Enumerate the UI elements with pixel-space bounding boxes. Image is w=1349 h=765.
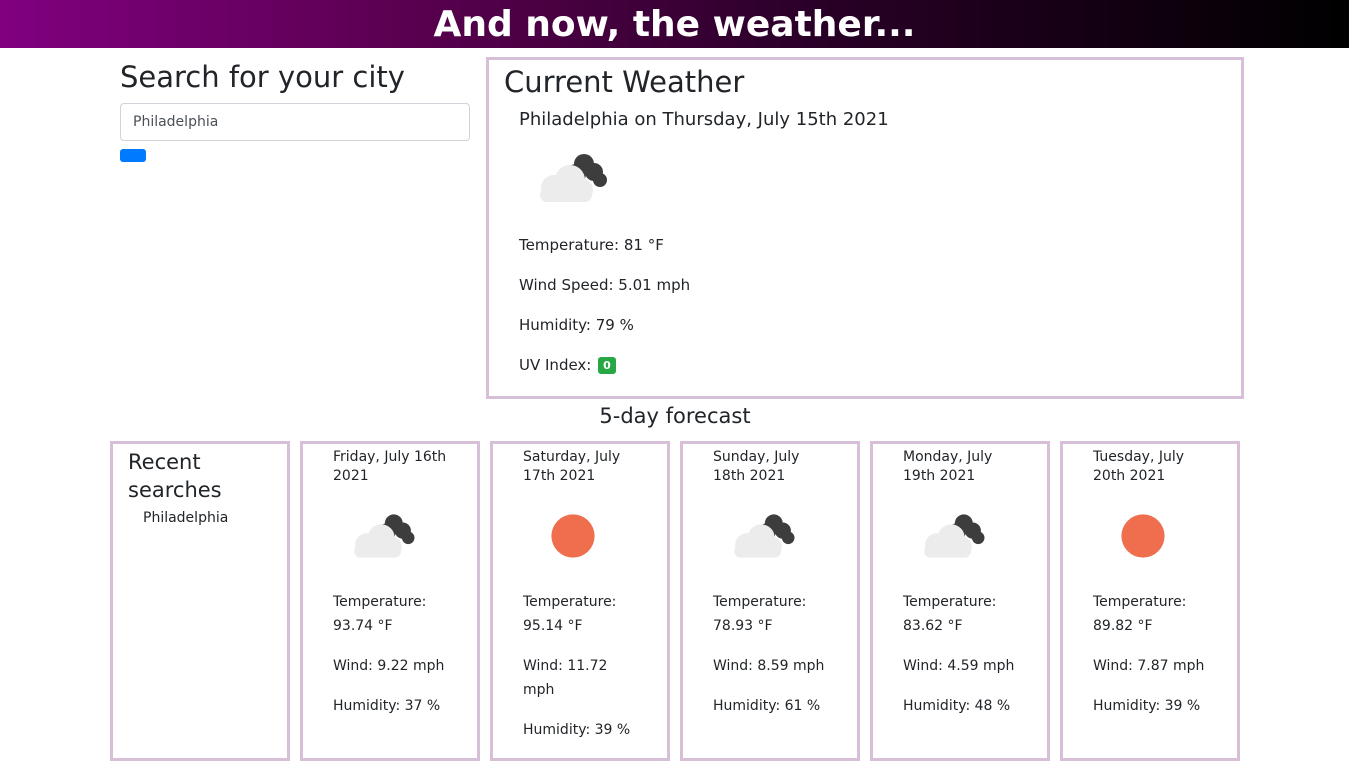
forecast-temperature-value: 95.14 °F	[523, 618, 583, 634]
forecast-date: Monday, July 19th 2021	[903, 449, 993, 484]
forecast-wind: Wind: 9.22 mph	[333, 658, 445, 674]
forecast-wind: Wind: 4.59 mph	[903, 658, 1015, 674]
recent-searches-panel: Recent searches Philadelphia	[110, 441, 290, 761]
forecast-temperature: Temperature: 89.82 °F	[1093, 590, 1207, 638]
forecast-temperature-label: Temperature:	[903, 594, 997, 610]
forecast-card: Tuesday, July 20th 2021 Temperature: 89.…	[1060, 441, 1240, 761]
cloudy-icon	[354, 514, 415, 558]
current-weather-title: Current Weather	[504, 65, 745, 99]
forecast-date: Sunday, July 18th 2021	[713, 449, 800, 484]
forecast-temperature-label: Temperature:	[333, 594, 427, 610]
forecast-temperature-label: Temperature:	[1093, 594, 1187, 610]
forecast-wind: Wind: 11.72 mph	[523, 658, 608, 698]
forecast-temperature: Temperature: 83.62 °F	[903, 590, 1017, 638]
sun-icon	[1121, 514, 1165, 558]
forecast-date: Friday, July 16th 2021	[333, 449, 447, 484]
current-humidity: Humidity: 79 %	[519, 316, 634, 334]
forecast-temperature: Temperature: 95.14 °F	[523, 590, 637, 638]
top-banner: And now, the weather...	[0, 0, 1349, 48]
forecast-card: Sunday, July 18th 2021 Temperature: 78.9…	[680, 441, 860, 761]
forecast-heading: 5-day forecast	[599, 404, 751, 428]
uv-index-label: UV Index:	[519, 356, 592, 374]
current-weather-panel: Current Weather Philadelphia on Thursday…	[486, 57, 1244, 399]
forecast-card: Monday, July 19th 2021 Temperature: 83.6…	[870, 441, 1050, 761]
forecast-humidity: Humidity: 39 %	[1093, 698, 1201, 714]
forecast-wind: Wind: 7.87 mph	[1093, 658, 1205, 674]
forecast-temperature-value: 93.74 °F	[333, 618, 393, 634]
forecast-humidity: Humidity: 39 %	[523, 722, 631, 738]
forecast-temperature-value: 89.82 °F	[1093, 618, 1153, 634]
sun-icon	[551, 514, 595, 558]
cloudy-icon	[924, 514, 985, 558]
current-temperature: Temperature: 81 °F	[519, 236, 664, 254]
forecast-temperature-label: Temperature:	[713, 594, 807, 610]
search-title: Search for your city	[120, 60, 405, 94]
forecast-humidity: Humidity: 48 %	[903, 698, 1011, 714]
uv-index-badge: 0	[598, 357, 616, 374]
forecast-temperature: Temperature: 78.93 °F	[713, 590, 827, 638]
forecast-temperature: Temperature: 93.74 °F	[333, 590, 447, 638]
current-wind-speed: Wind Speed: 5.01 mph	[519, 276, 691, 294]
recent-search-item[interactable]: Philadelphia	[143, 510, 272, 526]
cloudy-icon	[540, 154, 607, 202]
forecast-date: Saturday, July 17th 2021	[523, 449, 621, 484]
current-weather-heading: Philadelphia on Thursday, July 15th 2021	[519, 109, 889, 130]
forecast-temperature-value: 83.62 °F	[903, 618, 963, 634]
search-section: Search for your city	[120, 58, 470, 162]
forecast-temperature-label: Temperature:	[523, 594, 617, 610]
forecast-humidity: Humidity: 37 %	[333, 698, 441, 714]
current-uv-index: UV Index: 0	[519, 355, 1226, 375]
recent-searches-title: Recent searches	[128, 450, 222, 502]
page-title: And now, the weather...	[433, 4, 916, 45]
forecast-temperature-value: 78.93 °F	[713, 618, 773, 634]
forecast-humidity: Humidity: 61 %	[713, 698, 821, 714]
forecast-card: Saturday, July 17th 2021 Temperature: 95…	[490, 441, 670, 761]
forecast-wind: Wind: 8.59 mph	[713, 658, 825, 674]
forecast-card: Friday, July 16th 2021 Temperature: 93.7…	[300, 441, 480, 761]
forecast-date: Tuesday, July 20th 2021	[1093, 449, 1185, 484]
cloudy-icon	[734, 514, 795, 558]
city-search-input[interactable]	[120, 103, 470, 141]
search-button[interactable]	[120, 149, 146, 162]
